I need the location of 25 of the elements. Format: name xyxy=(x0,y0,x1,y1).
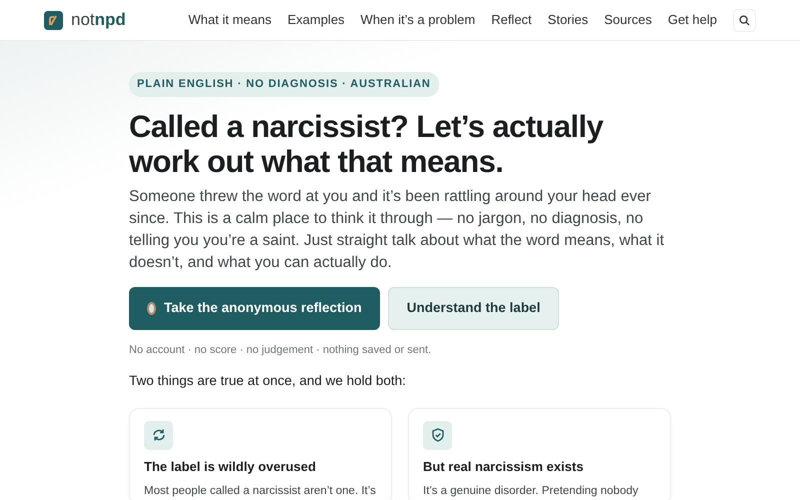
logo-icon xyxy=(44,10,63,30)
label-button[interactable]: Understand the label xyxy=(388,286,560,330)
nav-link[interactable]: Stories xyxy=(548,10,588,30)
nav-link[interactable]: Get help xyxy=(668,10,717,30)
reflection-button[interactable]: Take the anonymous reflection xyxy=(129,286,380,330)
card-text: It’s a genuine disorder. Pretending nobody xyxy=(423,484,638,499)
nav-link[interactable]: Reflect xyxy=(491,10,532,30)
card-title: But real narcissism exists xyxy=(423,458,584,475)
nav-link[interactable]: Sources xyxy=(604,10,652,30)
privacy-note: No account · no score · no judgement · nothing saved or sent. xyxy=(129,342,432,358)
nav-link[interactable]: When it’s a problem xyxy=(360,10,476,30)
refresh-icon xyxy=(150,427,166,444)
page-title: Called a narcissist? Let’s actually work out what that means. xyxy=(129,108,604,180)
card-text: Most people called a narcissist aren’t one. It’s xyxy=(144,484,376,499)
card-title: The label is wildly overused xyxy=(144,458,317,475)
nav-link[interactable]: What it means xyxy=(188,10,272,30)
brand-name[interactable]: notnpd xyxy=(71,7,126,33)
mirror-icon xyxy=(147,302,156,315)
eyebrow-tag: PLAIN ENGLISH · NO DIAGNOSIS · AUSTRALIAN xyxy=(129,72,439,96)
nav-link[interactable]: Examples xyxy=(287,10,345,30)
intro-paragraph: Someone threw the word at you and it’s been rattling around your head ever since. This is a calm place to think it through — no jargon, no diagnosis, no telling you you’re a saint. Just straight talk about what the word means, what it doesn’t, and what you can actually do. xyxy=(129,186,666,273)
search-icon xyxy=(739,14,750,26)
search-button[interactable] xyxy=(733,8,756,32)
shield-check-icon xyxy=(430,427,446,444)
lead-in-text: Two things are true at once, and we hold both: xyxy=(129,372,407,390)
